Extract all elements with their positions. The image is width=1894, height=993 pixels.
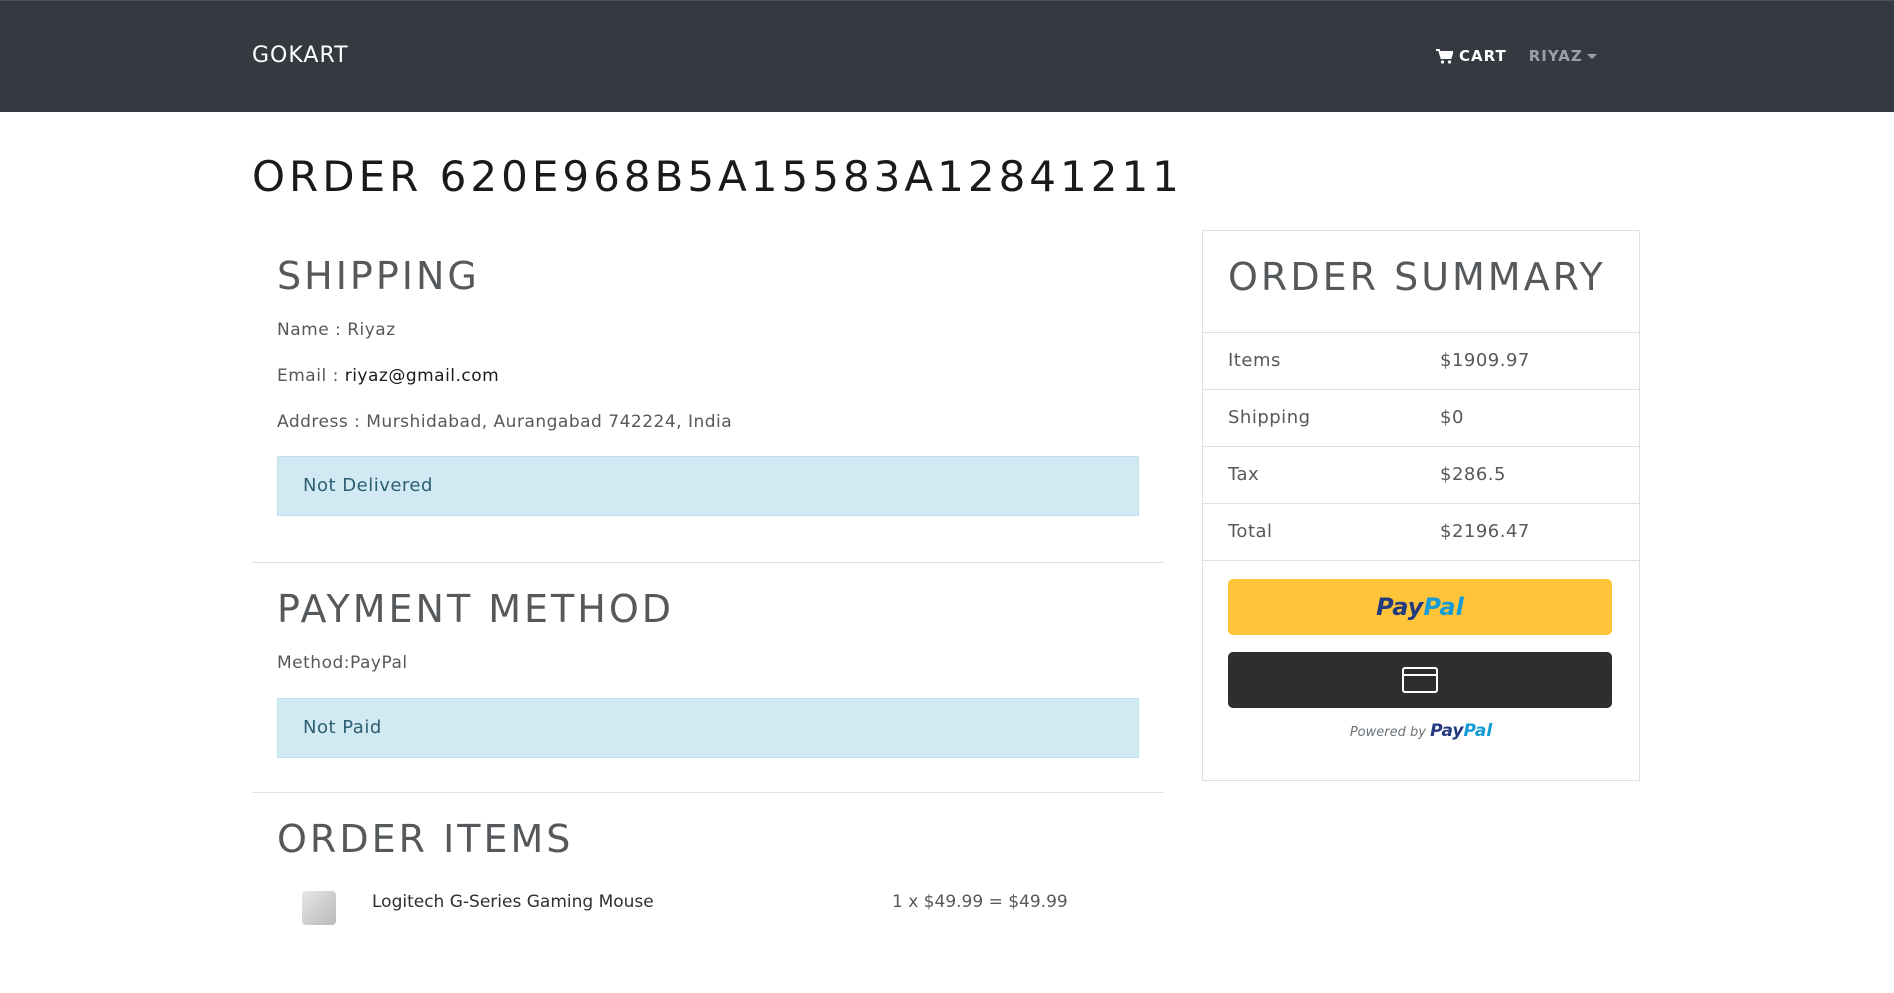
paypal-logo-pal: Pal bbox=[1423, 593, 1464, 621]
top-navbar: GOKART CART RIYAZ bbox=[0, 0, 1894, 112]
order-summary-heading: ORDER SUMMARY bbox=[1228, 255, 1606, 299]
brand-logo[interactable]: GOKART bbox=[252, 43, 349, 68]
summary-value: $286.5 bbox=[1440, 464, 1506, 485]
debit-credit-card-button[interactable] bbox=[1228, 652, 1612, 708]
shipping-name: Name : Riyaz bbox=[277, 320, 396, 340]
summary-label: Tax bbox=[1228, 464, 1260, 485]
summary-row-items: Items $1909.97 bbox=[1203, 332, 1639, 389]
user-dropdown[interactable]: RIYAZ bbox=[1529, 47, 1597, 65]
payment-method: Method:PayPal bbox=[277, 653, 408, 673]
payment-status-alert: Not Paid bbox=[277, 698, 1139, 758]
credit-card-icon bbox=[1402, 667, 1438, 693]
summary-value: $2196.47 bbox=[1440, 521, 1530, 542]
summary-row-total: Total $2196.47 bbox=[1203, 503, 1639, 560]
product-link[interactable]: Logitech G-Series Gaming Mouse bbox=[372, 892, 654, 912]
method-value: PayPal bbox=[350, 653, 408, 673]
list-item: Logitech G-Series Gaming Mouse 1 x $49.9… bbox=[277, 891, 1157, 925]
user-name: RIYAZ bbox=[1528, 47, 1583, 65]
summary-value: $1909.97 bbox=[1440, 350, 1530, 371]
shipping-heading: SHIPPING bbox=[277, 254, 480, 298]
caret-down-icon bbox=[1586, 53, 1597, 59]
address-value: Murshidabad, Aurangabad 742224, India bbox=[366, 412, 733, 432]
shipping-section: SHIPPING Name : Riyaz Email : riyaz@gmai… bbox=[252, 230, 1164, 563]
name-label: Name : bbox=[277, 320, 348, 340]
paypal-button[interactable]: PayPal bbox=[1228, 579, 1612, 635]
summary-label: Items bbox=[1228, 350, 1281, 371]
page-title: ORDER 620E968B5A15583A12841211 bbox=[252, 152, 1183, 201]
summary-label: Total bbox=[1228, 521, 1273, 542]
name-value: Riyaz bbox=[347, 320, 396, 340]
shopping-cart-icon bbox=[1436, 48, 1453, 64]
order-items-section: ORDER ITEMS Logitech G-Series Gaming Mou… bbox=[252, 793, 1164, 993]
payment-heading: PAYMENT METHOD bbox=[277, 587, 675, 631]
nav-right: CART RIYAZ bbox=[1436, 47, 1597, 65]
summary-row-shipping: Shipping $0 bbox=[1203, 389, 1639, 446]
paypal-logo-pay: Pay bbox=[1430, 721, 1464, 741]
summary-divider bbox=[1203, 560, 1639, 561]
cart-label: CART bbox=[1459, 47, 1507, 65]
paypal-logo-pay: Pay bbox=[1376, 593, 1424, 621]
email-link[interactable]: riyaz@gmail.com bbox=[345, 366, 500, 386]
payment-section: PAYMENT METHOD Method:PayPal Not Paid bbox=[252, 563, 1164, 793]
powered-by-paypal: Powered by PayPal bbox=[1203, 721, 1639, 741]
shipping-address: Address : Murshidabad, Aurangabad 742224… bbox=[277, 412, 732, 432]
address-label: Address : bbox=[277, 412, 367, 432]
order-summary-card: ORDER SUMMARY Items $1909.97 Shipping $0… bbox=[1202, 230, 1640, 781]
method-label: Method: bbox=[277, 653, 350, 673]
paypal-small-logo: PayPal bbox=[1430, 721, 1492, 741]
cart-link[interactable]: CART bbox=[1436, 47, 1507, 65]
item-price-line: 1 x $49.99 = $49.99 bbox=[892, 892, 1068, 912]
order-items-heading: ORDER ITEMS bbox=[277, 817, 574, 861]
summary-row-tax: Tax $286.5 bbox=[1203, 446, 1639, 503]
order-details: SHIPPING Name : Riyaz Email : riyaz@gmai… bbox=[252, 230, 1164, 993]
shipping-email: Email : riyaz@gmail.com bbox=[277, 366, 499, 386]
product-thumbnail[interactable] bbox=[302, 891, 336, 925]
summary-value: $0 bbox=[1440, 407, 1464, 428]
summary-label: Shipping bbox=[1228, 407, 1311, 428]
paypal-logo-pal: Pal bbox=[1463, 721, 1493, 741]
delivery-status-alert: Not Delivered bbox=[277, 456, 1139, 516]
paypal-logo: PayPal bbox=[1376, 593, 1464, 621]
powered-by-label: Powered by bbox=[1349, 725, 1431, 740]
email-label: Email : bbox=[277, 366, 345, 386]
